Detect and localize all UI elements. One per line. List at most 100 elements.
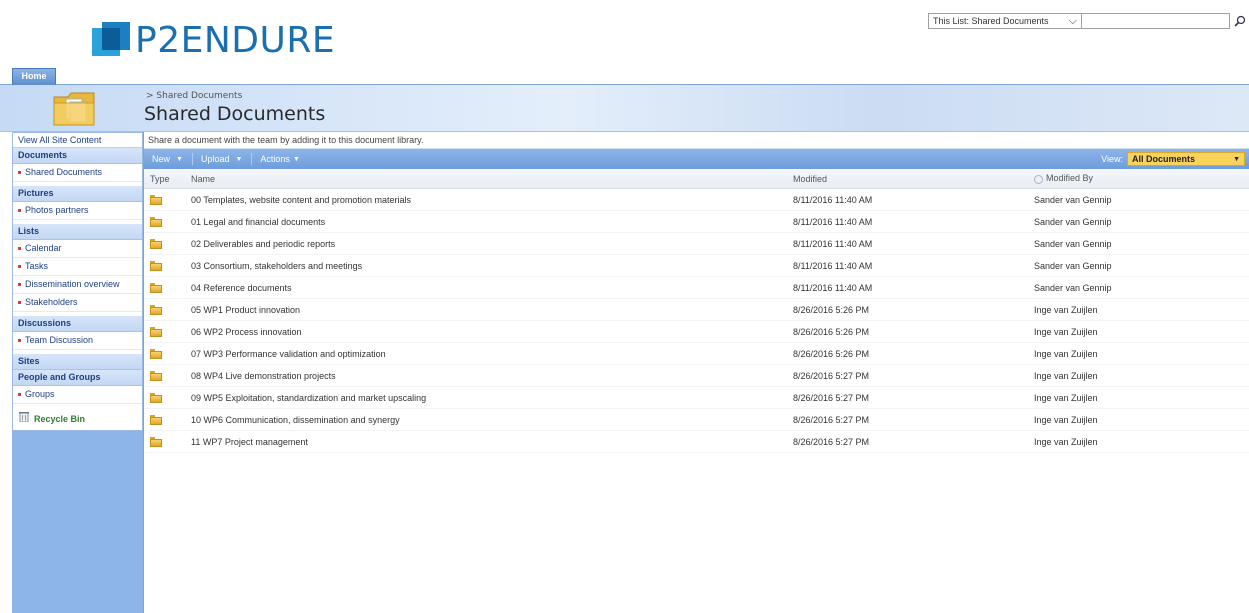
document-name-link[interactable]: 00 Templates, website content and promot… [187, 188, 792, 211]
document-name-link[interactable]: 06 WP2 Process innovation [187, 320, 792, 343]
table-row[interactable]: 02 Deliverables and periodic reports 8/11… [144, 232, 1249, 255]
bullet-icon [18, 265, 21, 269]
view-select[interactable]: All Documents ▼ [1127, 152, 1245, 166]
nav-heading-discussions[interactable]: Discussions [13, 316, 142, 332]
nav-item-calendar[interactable]: Calendar [13, 240, 142, 258]
nav-heading-lists[interactable]: Lists [13, 224, 142, 240]
table-row[interactable]: 04 Reference documents 8/11/2016 11:40 AM… [144, 276, 1249, 299]
modified-by-link[interactable]: Inge van Zuijlen [1024, 298, 1249, 321]
document-name-link[interactable]: 03 Consortium, stakeholders and meetings [187, 254, 792, 277]
toolbar-separator [251, 153, 253, 165]
bullet-icon [18, 209, 21, 213]
folder-icon [150, 348, 162, 359]
search-input[interactable] [1082, 13, 1230, 29]
folder-icon-cell [144, 408, 187, 431]
nav-item-shared-documents[interactable]: Shared Documents [13, 164, 142, 182]
upload-menu-button[interactable]: Upload ▼ [201, 154, 242, 164]
modified-date: 8/11/2016 11:40 AM [792, 254, 1024, 277]
modified-by-link[interactable]: Inge van Zuijlen [1024, 430, 1249, 453]
document-name-link[interactable]: 04 Reference documents [187, 276, 792, 299]
modified-date: 8/26/2016 5:26 PM [792, 342, 1024, 365]
nav-item-stakeholders[interactable]: Stakeholders [13, 294, 142, 312]
table-row[interactable]: 07 WP3 Performance validation and optimi… [144, 342, 1249, 365]
modified-by-link[interactable]: Inge van Zuijlen [1024, 364, 1249, 387]
table-row[interactable]: 09 WP5 Exploitation, standardization and… [144, 386, 1249, 409]
nav-item-photos-partners[interactable]: Photos partners [13, 202, 142, 220]
column-header-type[interactable]: Type [144, 169, 187, 189]
nav-item-dissemination-overview[interactable]: Dissemination overview [13, 276, 142, 294]
column-header-modified-by[interactable]: Modified By [1024, 169, 1249, 189]
modified-by-link[interactable]: Sander van Gennip [1024, 254, 1249, 277]
nav-heading-documents[interactable]: Documents [13, 148, 142, 164]
modified-by-link[interactable]: Inge van Zuijlen [1024, 320, 1249, 343]
breadcrumb[interactable]: > Shared Documents [146, 91, 242, 101]
folder-icon [150, 282, 162, 293]
toolbar-separator [191, 153, 193, 165]
search-bar: This List: Shared Documents ⌵ [928, 12, 1248, 30]
table-row[interactable]: 03 Consortium, stakeholders and meetings… [144, 254, 1249, 277]
nav-heading-people-and-groups[interactable]: People and Groups [13, 370, 142, 386]
document-name-link[interactable]: 02 Deliverables and periodic reports [187, 232, 792, 255]
actions-menu-button[interactable]: Actions ▼ [260, 154, 299, 164]
bullet-icon [18, 283, 21, 287]
document-name-link[interactable]: 07 WP3 Performance validation and optimi… [187, 342, 792, 365]
nav-item-groups[interactable]: Groups [13, 386, 142, 404]
modified-date: 8/11/2016 11:40 AM [792, 210, 1024, 233]
modified-date: 8/26/2016 5:26 PM [792, 298, 1024, 321]
documents-table: Type Name Modified Modified By 00 Templa… [144, 169, 1249, 453]
recycle-bin-label: Recycle Bin [34, 414, 86, 424]
view-all-site-content-link[interactable]: View All Site Content [13, 133, 142, 148]
modified-by-link[interactable]: Sander van Gennip [1024, 276, 1249, 299]
main-content: Share a document with the team by adding… [144, 132, 1249, 453]
modified-by-link[interactable]: Inge van Zuijlen [1024, 408, 1249, 431]
document-name-link[interactable]: 10 WP6 Communication, dissemination and … [187, 408, 792, 431]
table-row[interactable]: 10 WP6 Communication, dissemination and … [144, 408, 1249, 431]
document-name-link[interactable]: 09 WP5 Exploitation, standardization and… [187, 386, 792, 409]
table-row[interactable]: 11 WP7 Project management 8/26/2016 5:27 … [144, 430, 1249, 453]
modified-by-link[interactable]: Sander van Gennip [1024, 232, 1249, 255]
folder-icon-cell [144, 386, 187, 409]
folder-icon [150, 392, 162, 403]
table-row[interactable]: 00 Templates, website content and promot… [144, 188, 1249, 211]
document-name-link[interactable]: 11 WP7 Project management [187, 430, 792, 453]
folder-icon-cell [144, 232, 187, 255]
nav-item-team-discussion[interactable]: Team Discussion [13, 332, 142, 350]
folder-icon [150, 238, 162, 249]
folder-icon [150, 304, 162, 315]
modified-by-link[interactable]: Inge van Zuijlen [1024, 342, 1249, 365]
search-scope-value: This List: Shared Documents [933, 16, 1049, 26]
folder-icon [150, 260, 162, 271]
site-logo[interactable]: P2ENDURE [92, 19, 335, 63]
document-name-link[interactable]: 01 Legal and financial documents [187, 210, 792, 233]
nav-item-tasks[interactable]: Tasks [13, 258, 142, 276]
document-name-link[interactable]: 05 WP1 Product innovation [187, 298, 792, 321]
modified-by-link[interactable]: Sander van Gennip [1024, 188, 1249, 211]
tab-home[interactable]: Home [12, 68, 56, 85]
table-row[interactable]: 05 WP1 Product innovation 8/26/2016 5:26 … [144, 298, 1249, 321]
folder-icon-cell [144, 276, 187, 299]
folder-icon [150, 370, 162, 381]
column-header-name[interactable]: Name [187, 169, 792, 189]
folder-icon-cell [144, 430, 187, 453]
modified-by-link[interactable]: Sander van Gennip [1024, 210, 1249, 233]
table-row[interactable]: 01 Legal and financial documents 8/11/201… [144, 210, 1249, 233]
column-header-modified[interactable]: Modified [792, 169, 1024, 189]
dropdown-arrow-icon: ▼ [235, 155, 243, 163]
new-menu-button[interactable]: New ▼ [152, 154, 183, 164]
modified-date: 8/26/2016 5:27 PM [792, 386, 1024, 409]
list-toolbar: New ▼ Upload ▼ Actions ▼ View: All Document… [144, 149, 1249, 169]
modified-date: 8/11/2016 11:40 AM [792, 232, 1024, 255]
chevron-down-icon: ⌵ [1068, 14, 1077, 27]
nav-heading-pictures[interactable]: Pictures [13, 186, 142, 202]
table-row[interactable]: 08 WP4 Live demonstration projects 8/26/2… [144, 364, 1249, 387]
nav-heading-sites[interactable]: Sites [13, 354, 142, 370]
folder-icon-cell [144, 188, 187, 211]
search-scope-select[interactable]: This List: Shared Documents ⌵ [928, 13, 1082, 29]
table-row[interactable]: 06 WP2 Process innovation 8/26/2016 5:26 … [144, 320, 1249, 343]
presence-icon [1034, 174, 1043, 184]
modified-by-link[interactable]: Inge van Zuijlen [1024, 386, 1249, 409]
search-icon[interactable] [1232, 13, 1248, 29]
recycle-bin-link[interactable]: Recycle Bin [13, 408, 142, 430]
document-name-link[interactable]: 08 WP4 Live demonstration projects [187, 364, 792, 387]
title-area: > Shared Documents Shared Documents [0, 85, 1249, 132]
